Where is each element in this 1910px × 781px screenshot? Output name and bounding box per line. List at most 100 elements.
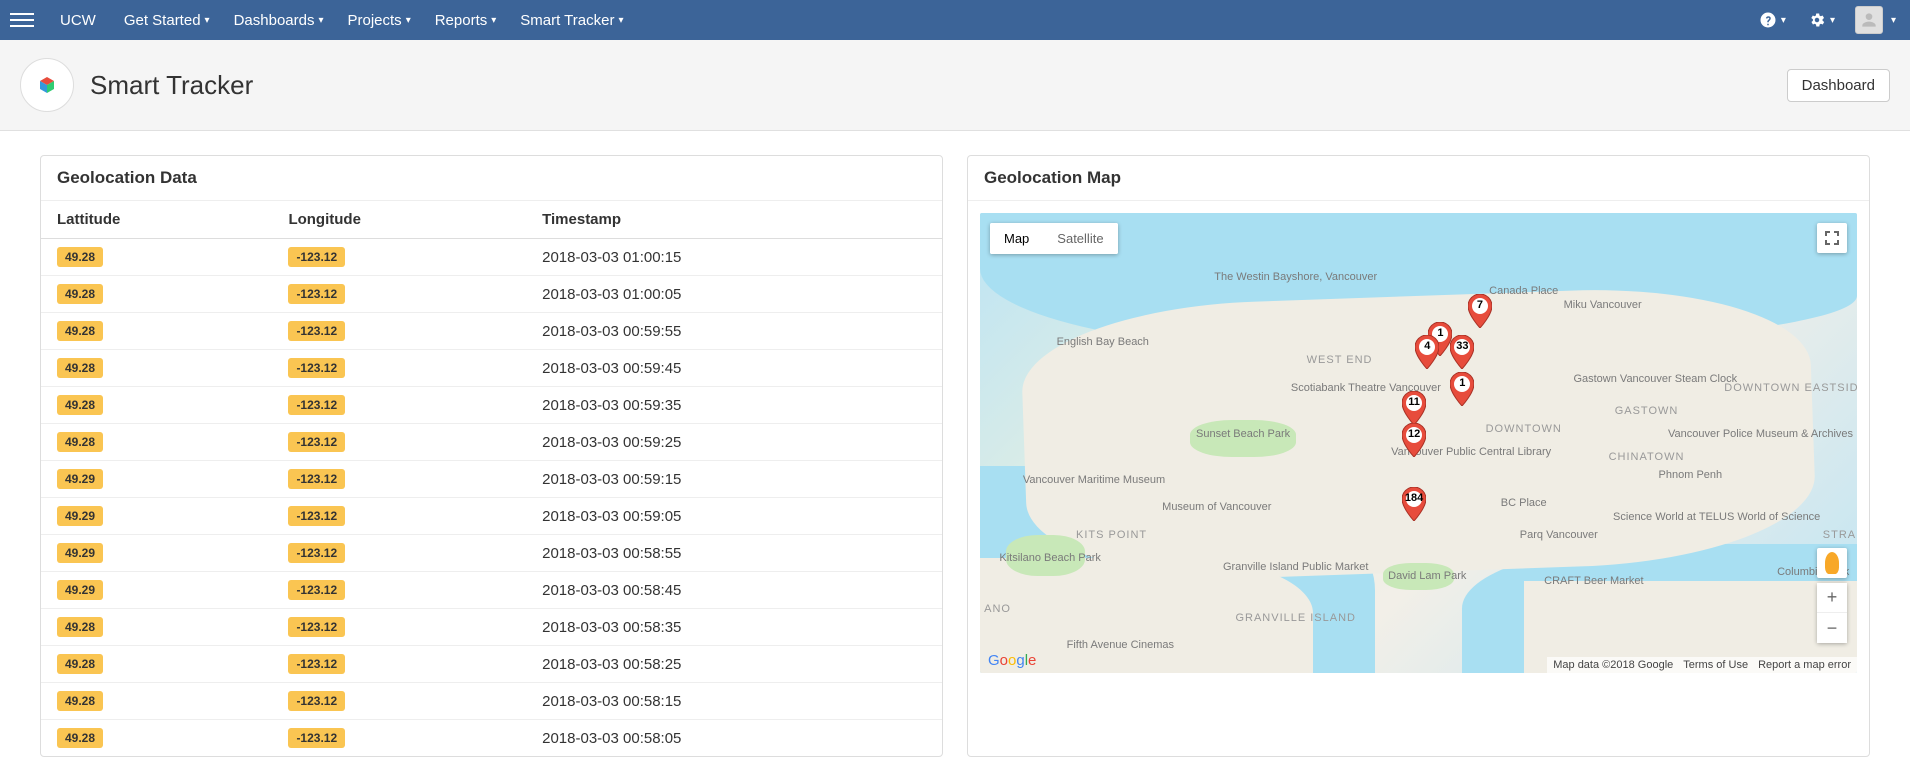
map-marker[interactable]: 12 <box>1402 423 1426 457</box>
help-menu[interactable]: ▾ <box>1753 0 1792 40</box>
column-header: Lattitude <box>41 201 272 239</box>
timestamp-cell: 2018-03-03 00:59:35 <box>526 387 942 424</box>
latitude-badge: 49.28 <box>57 284 103 304</box>
longitude-badge: -123.12 <box>288 395 345 415</box>
timestamp-cell: 2018-03-03 00:59:15 <box>526 461 942 498</box>
map-marker[interactable]: 7 <box>1468 294 1492 328</box>
map-marker[interactable]: 33 <box>1450 335 1474 369</box>
table-row: 49.28-123.122018-03-03 00:59:25 <box>41 424 942 461</box>
map-zoom-in[interactable]: + <box>1817 583 1847 613</box>
navbar-left: UCW Get Started ▾Dashboards ▾Projects ▾R… <box>10 0 636 40</box>
longitude-badge: -123.12 <box>288 432 345 452</box>
panel-title: Geolocation Data <box>41 156 942 201</box>
map-marker[interactable]: 1 <box>1450 372 1474 406</box>
table-row: 49.28-123.122018-03-03 01:00:15 <box>41 239 942 276</box>
longitude-badge: -123.12 <box>288 321 345 341</box>
map-place-label: STRA <box>1823 529 1856 541</box>
caret-icon: ▾ <box>1830 15 1835 26</box>
nav-label: Reports <box>435 12 488 29</box>
timestamp-cell: 2018-03-03 01:00:15 <box>526 239 942 276</box>
longitude-badge: -123.12 <box>288 728 345 748</box>
timestamp-cell: 2018-03-03 00:58:55 <box>526 535 942 572</box>
nav-item-get-started[interactable]: Get Started ▾ <box>112 0 222 40</box>
caret-icon: ▾ <box>618 15 623 26</box>
column-header: Timestamp <box>526 201 942 239</box>
gear-icon <box>1808 11 1826 29</box>
table-row: 49.28 -123.12 2018-03-03 00:59:55 <box>41 313 942 350</box>
map-report-link[interactable]: Report a map error <box>1758 659 1851 671</box>
table-row: 49.28-123.122018-03-03 00:59:45 <box>41 350 942 387</box>
caret-icon: ▾ <box>318 15 323 26</box>
longitude-badge: -123.12 <box>288 247 345 267</box>
timestamp-cell: 2018-03-03 01:00:05 <box>526 276 942 313</box>
longitude-badge: -123.12 <box>288 543 345 563</box>
caret-icon: ▾ <box>1891 15 1896 26</box>
latitude-badge: 49.29 <box>57 580 103 600</box>
marker-number: 12 <box>1408 428 1420 440</box>
latitude-badge: 49.28 <box>57 321 103 341</box>
top-navbar: UCW Get Started ▾Dashboards ▾Projects ▾R… <box>0 0 1910 40</box>
map-type-map[interactable]: Map <box>990 223 1043 254</box>
map-canvas[interactable]: The Westin Bayshore, VancouverCanada Pla… <box>980 213 1857 673</box>
marker-number: 7 <box>1477 299 1483 311</box>
longitude-badge: -123.12 <box>288 358 345 378</box>
fullscreen-icon <box>1824 230 1840 246</box>
table-row: 49.29 -123.12 2018-03-03 00:59:05 <box>41 498 942 535</box>
nav-item-projects[interactable]: Projects ▾ <box>336 0 423 40</box>
nav-label: Dashboards <box>234 12 315 29</box>
longitude-badge: -123.12 <box>288 469 345 489</box>
latitude-badge: 49.28 <box>57 728 103 748</box>
latitude-badge: 49.28 <box>57 691 103 711</box>
column-header: Longitude <box>272 201 526 239</box>
longitude-badge: -123.12 <box>288 580 345 600</box>
marker-number: 4 <box>1424 340 1430 352</box>
timestamp-cell: 2018-03-03 00:58:35 <box>526 609 942 646</box>
avatar-icon <box>1855 6 1883 34</box>
timestamp-cell: 2018-03-03 00:59:45 <box>526 350 942 387</box>
longitude-badge: -123.12 <box>288 691 345 711</box>
nav-item-smart-tracker[interactable]: Smart Tracker ▾ <box>508 0 635 40</box>
map-zoom-control: + − <box>1817 583 1847 643</box>
map-fullscreen-button[interactable] <box>1817 223 1847 253</box>
map-marker[interactable]: 11 <box>1402 391 1426 425</box>
timestamp-cell: 2018-03-03 00:59:55 <box>526 313 942 350</box>
nav-label: Projects <box>348 12 402 29</box>
table-row: 49.28-123.122018-03-03 00:58:15 <box>41 683 942 720</box>
table-row: 49.28-123.122018-03-03 01:00:05 <box>41 276 942 313</box>
timestamp-cell: 2018-03-03 00:59:25 <box>526 424 942 461</box>
latitude-badge: 49.29 <box>57 506 103 526</box>
nav-brand[interactable]: UCW <box>48 0 108 40</box>
marker-number: 33 <box>1456 340 1468 352</box>
map-type-satellite[interactable]: Satellite <box>1043 223 1117 254</box>
latitude-badge: 49.28 <box>57 654 103 674</box>
map-terms-link[interactable]: Terms of Use <box>1683 659 1748 671</box>
user-menu[interactable]: ▾ <box>1851 0 1900 40</box>
table-row: 49.28-123.122018-03-03 00:58:25 <box>41 646 942 683</box>
map-marker[interactable]: 184 <box>1402 487 1426 521</box>
map-marker[interactable]: 4 <box>1415 335 1439 369</box>
latitude-badge: 49.28 <box>57 617 103 637</box>
map-pegman[interactable] <box>1817 548 1847 578</box>
page-header: Smart Tracker Dashboard <box>0 40 1910 131</box>
hamburger-icon[interactable] <box>10 8 34 32</box>
caret-icon: ▾ <box>406 15 411 26</box>
nav-item-dashboards[interactable]: Dashboards ▾ <box>222 0 336 40</box>
latitude-badge: 49.29 <box>57 469 103 489</box>
nav-item-reports[interactable]: Reports ▾ <box>423 0 509 40</box>
timestamp-cell: 2018-03-03 00:59:05 <box>526 498 942 535</box>
geolocation-data-panel: Geolocation Data LattitudeLongitudeTimes… <box>40 155 943 757</box>
navbar-right: ▾ ▾ ▾ <box>1753 0 1900 40</box>
panel-title: Geolocation Map <box>968 156 1869 201</box>
timestamp-cell: 2018-03-03 00:58:25 <box>526 646 942 683</box>
caret-icon: ▾ <box>491 15 496 26</box>
dashboard-button[interactable]: Dashboard <box>1787 69 1890 102</box>
marker-number: 11 <box>1408 396 1420 408</box>
longitude-badge: -123.12 <box>288 506 345 526</box>
marker-number: 184 <box>1405 492 1423 504</box>
caret-icon: ▾ <box>205 15 210 26</box>
table-row: 49.28-123.122018-03-03 00:58:35 <box>41 609 942 646</box>
settings-menu[interactable]: ▾ <box>1802 0 1841 40</box>
map-zoom-out[interactable]: − <box>1817 613 1847 643</box>
timestamp-cell: 2018-03-03 00:58:05 <box>526 720 942 757</box>
geolocation-map-panel: Geolocation Map The Westin Bayshore, Van… <box>967 155 1870 757</box>
